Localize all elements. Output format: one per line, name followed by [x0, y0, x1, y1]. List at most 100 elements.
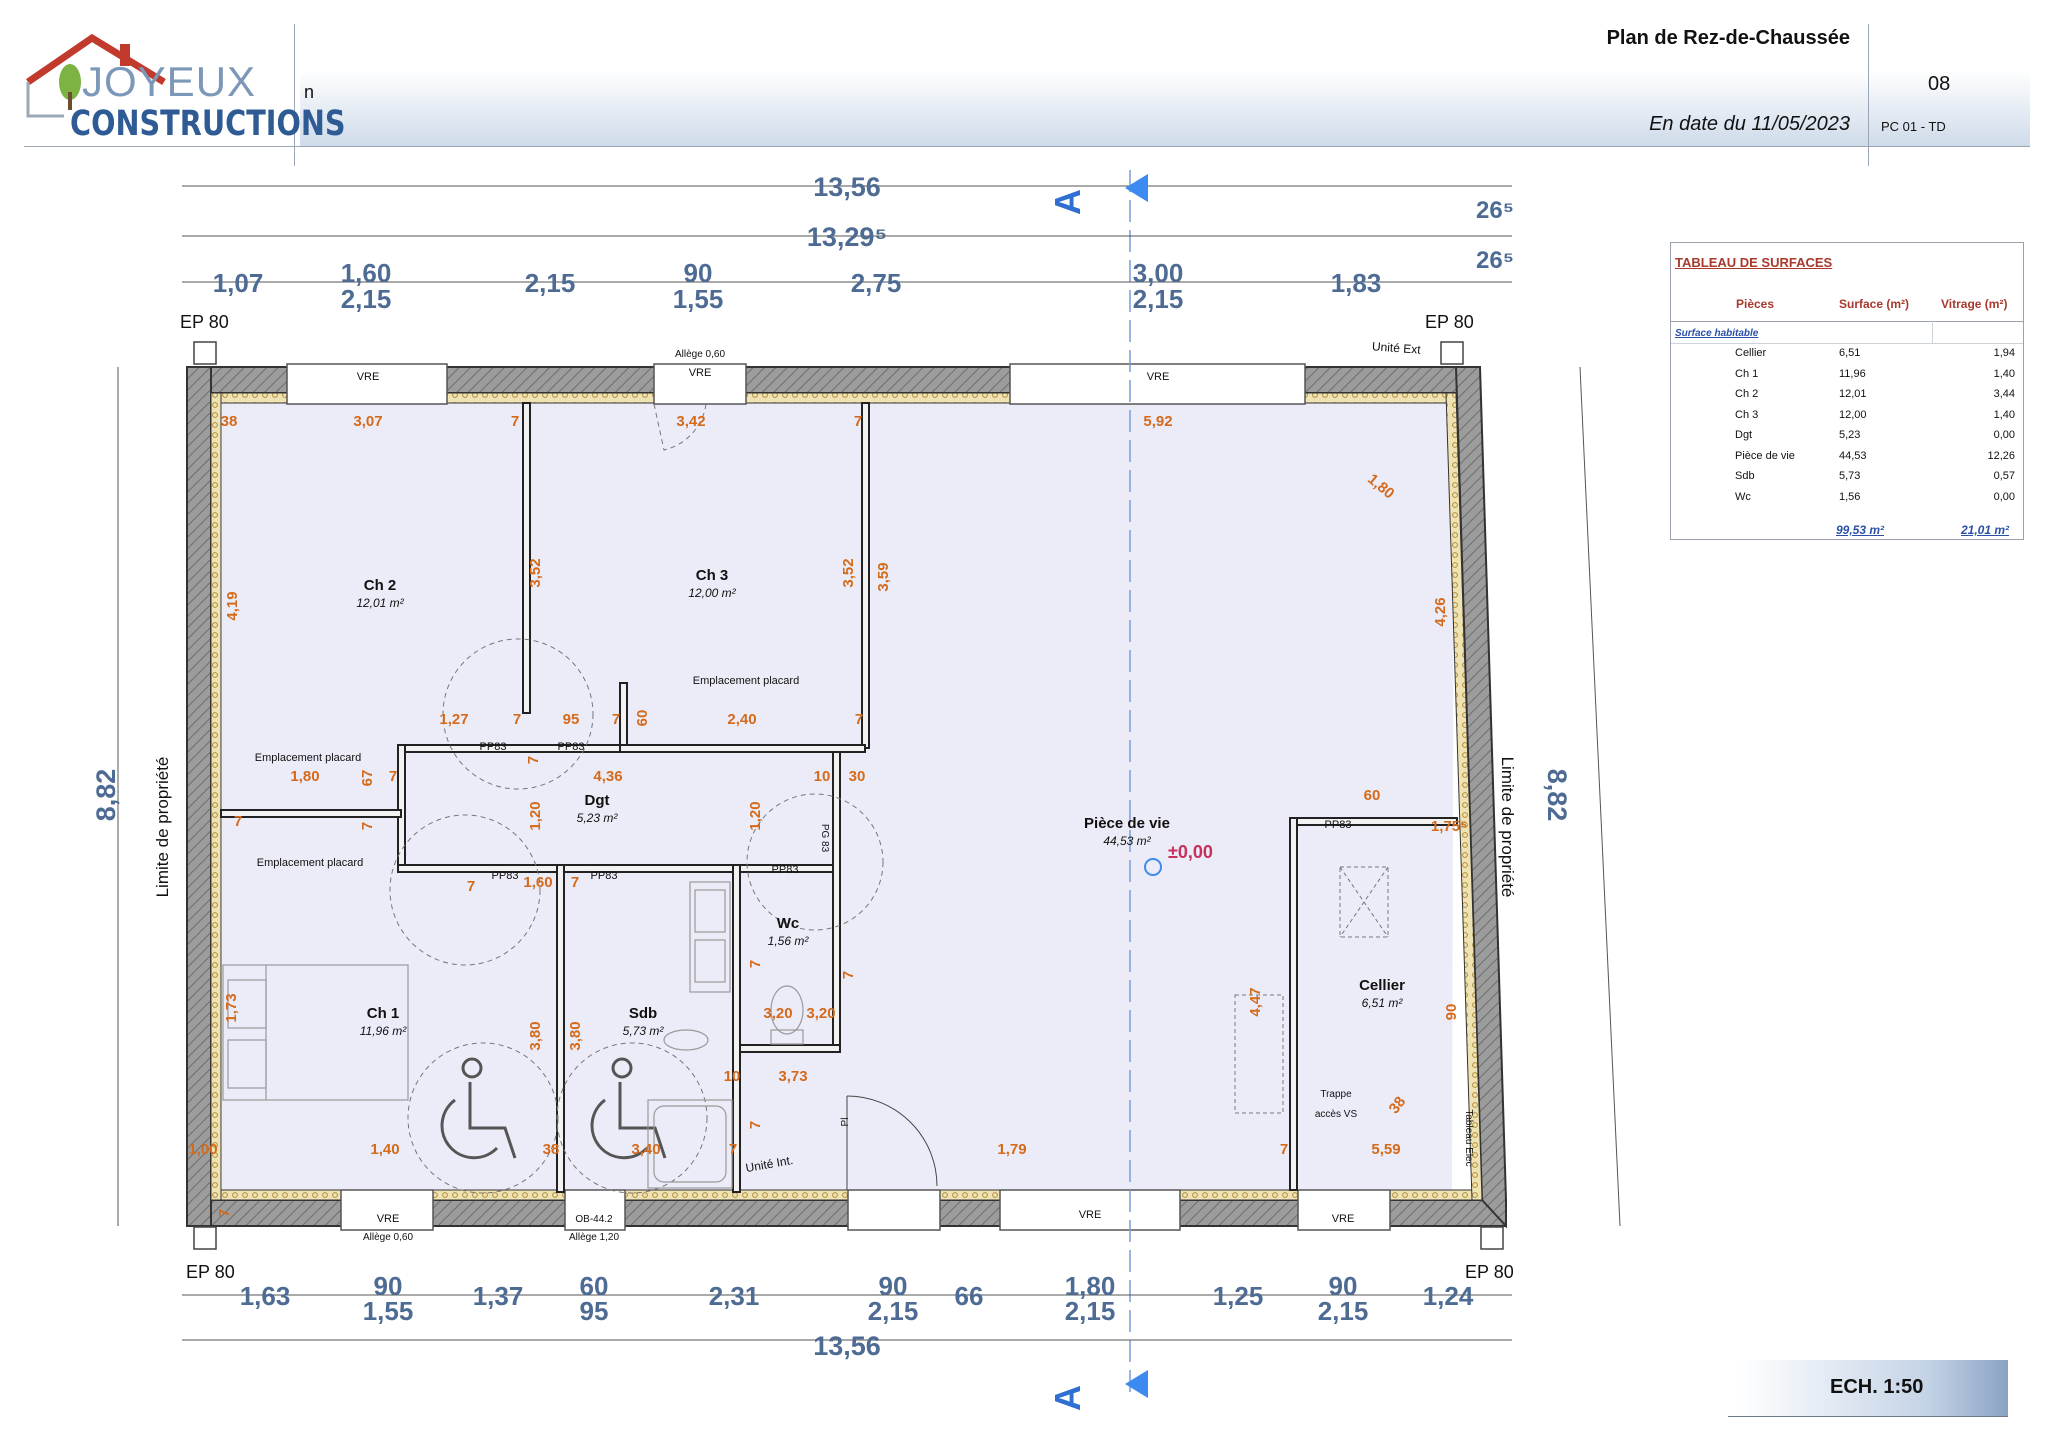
interior-dimension: 7 — [216, 1209, 233, 1217]
interior-dimension: 1,00 — [188, 1141, 217, 1158]
interior-dimension: 7 — [1280, 1141, 1288, 1158]
interior-dimension: 7 — [612, 711, 620, 728]
interior-dimension: 3,40 — [631, 1141, 660, 1158]
dimension-label: 66 — [955, 1281, 984, 1311]
interior-dimension: 1,80 — [290, 768, 319, 785]
interior-dimension: 1,73 — [223, 993, 240, 1022]
interior-dimension: 7 — [729, 1141, 737, 1158]
interior-dimension: 7 — [389, 768, 397, 785]
interior-dimension: 7 — [747, 1121, 764, 1129]
interior-dimension: 2,40 — [727, 711, 756, 728]
door-label: PP83 — [772, 864, 799, 876]
dimension-label: 8,82 — [91, 769, 121, 822]
property-limit-label: Limite de propriété — [153, 757, 172, 898]
dimension-label: 8,82 — [1542, 769, 1572, 822]
room-area: 5,73 m² — [623, 1024, 665, 1038]
interior-dimension: 1,60 — [523, 874, 552, 891]
interior-dimension: 90 — [1443, 1004, 1460, 1021]
dimension-label: 1,37 — [473, 1281, 524, 1311]
trapdoor-label: Trappe — [1320, 1089, 1352, 1100]
sill-label: Allège 1,20 — [569, 1232, 619, 1243]
window-label: VRE — [357, 371, 380, 383]
door-label: PP83 — [492, 870, 519, 882]
dimension-label: 2,15 — [1133, 284, 1184, 314]
door-label: Pl — [840, 1118, 851, 1127]
door-label: PP83 — [480, 741, 507, 753]
property-limit-label: Limite de propriété — [1498, 757, 1517, 898]
interior-dimension: 38 — [221, 413, 238, 430]
interior-dimension: 7 — [571, 874, 579, 891]
room-area: 12,01 m² — [356, 596, 404, 610]
room-name: Dgt — [585, 792, 610, 809]
interior-dimension: 1,40 — [370, 1141, 399, 1158]
room-area: 5,23 m² — [577, 811, 619, 825]
section-arrow-icon — [1125, 1370, 1148, 1398]
interior-dimension: 38 — [543, 1141, 560, 1158]
interior-dimension: 7 — [511, 413, 519, 430]
section-marker: A — [1047, 1385, 1088, 1411]
interior-dimension: 7 — [855, 711, 863, 728]
interior-dimension: 7 — [234, 813, 242, 830]
interior-dimension: 7 — [840, 971, 857, 979]
interior-dimension: 4,36 — [593, 768, 622, 785]
window-label: VRE — [377, 1213, 400, 1225]
room-name: Pièce de vie — [1084, 815, 1170, 832]
dimension-label: 2,31 — [709, 1281, 760, 1311]
dimension-label: 1,55 — [673, 284, 724, 314]
ep-label: EP 80 — [1425, 312, 1474, 332]
trapdoor-label: accès VS — [1315, 1109, 1358, 1120]
interior-dimension: 67 — [359, 770, 376, 787]
room-area: 1,56 m² — [768, 934, 810, 948]
closet-label: Emplacement placard — [693, 675, 799, 687]
interior-dimension: 1,20 — [747, 801, 764, 830]
closet-label: Emplacement placard — [257, 857, 363, 869]
interior-dimension: 1,27 — [439, 711, 468, 728]
ep-label: EP 80 — [186, 1262, 235, 1282]
dimension-label: 1,24 — [1423, 1281, 1474, 1311]
interior-dimension: 4,26 — [1432, 597, 1449, 626]
electrical-panel-label: Tableau Elec — [1463, 1109, 1474, 1166]
door-label: PG 83 — [819, 824, 830, 853]
room-area: 44,53 m² — [1103, 834, 1151, 848]
interior-dimension: 3,42 — [676, 413, 705, 430]
interior-dimension: 3,80 — [567, 1021, 584, 1050]
room-area: 11,96 m² — [360, 1024, 407, 1038]
outdoor-unit-label: Unité Ext — [1372, 339, 1422, 356]
interior-dimension: 5,59 — [1371, 1141, 1400, 1158]
door-label: PP83 — [558, 741, 585, 753]
interior-dimension: 7 — [854, 413, 862, 430]
interior-dimension: 3,59 — [875, 562, 892, 591]
interior-dimension: 95 — [563, 711, 580, 728]
interior-dimension: 3,52 — [840, 558, 857, 587]
floor-plan: 13,5613,29⁵26⁵26⁵1,60 90 3,001,072,152,151… — [91, 170, 1621, 1411]
dimension-label: 2,15 — [868, 1296, 919, 1326]
interior-dimension: 3,80 — [527, 1021, 544, 1050]
interior-dimension: 1,20 — [527, 801, 544, 830]
window-label: OB-44.2 — [575, 1214, 613, 1225]
interior-dimension: 1,79 — [997, 1141, 1026, 1158]
interior-dimension: 60 — [634, 710, 651, 727]
dimension-label: 1,63 — [240, 1281, 291, 1311]
dimension-label: 26⁵ — [1476, 197, 1514, 224]
interior-dimension: 3,07 — [353, 413, 382, 430]
interior-dimension: 3,73 — [778, 1068, 807, 1085]
room-name: Ch 1 — [367, 1005, 400, 1022]
dimension-label: 1,55 — [363, 1296, 414, 1326]
interior-dimension: 3,52 — [527, 558, 544, 587]
dimension-label: 2,75 — [851, 268, 902, 298]
room-name: Cellier — [1359, 977, 1405, 994]
section-marker: A — [1047, 189, 1088, 215]
room-area: 6,51 m² — [1362, 996, 1404, 1010]
room-name: Ch 2 — [364, 577, 397, 594]
room-name: Ch 3 — [696, 567, 729, 584]
room-area: 12,00 m² — [688, 586, 736, 600]
section-arrow-icon — [1125, 174, 1148, 202]
interior-dimension: 7 — [467, 878, 475, 895]
level-mark: ±0,00 — [1168, 842, 1213, 862]
interior-dimension: 7 — [359, 822, 376, 830]
room-name: Sdb — [629, 1005, 657, 1022]
ep-label: EP 80 — [180, 312, 229, 332]
door-label: PP83 — [1325, 819, 1352, 831]
interior-dimension: 10 — [724, 1068, 741, 1085]
interior-dimension: 3,20 — [806, 1005, 835, 1022]
